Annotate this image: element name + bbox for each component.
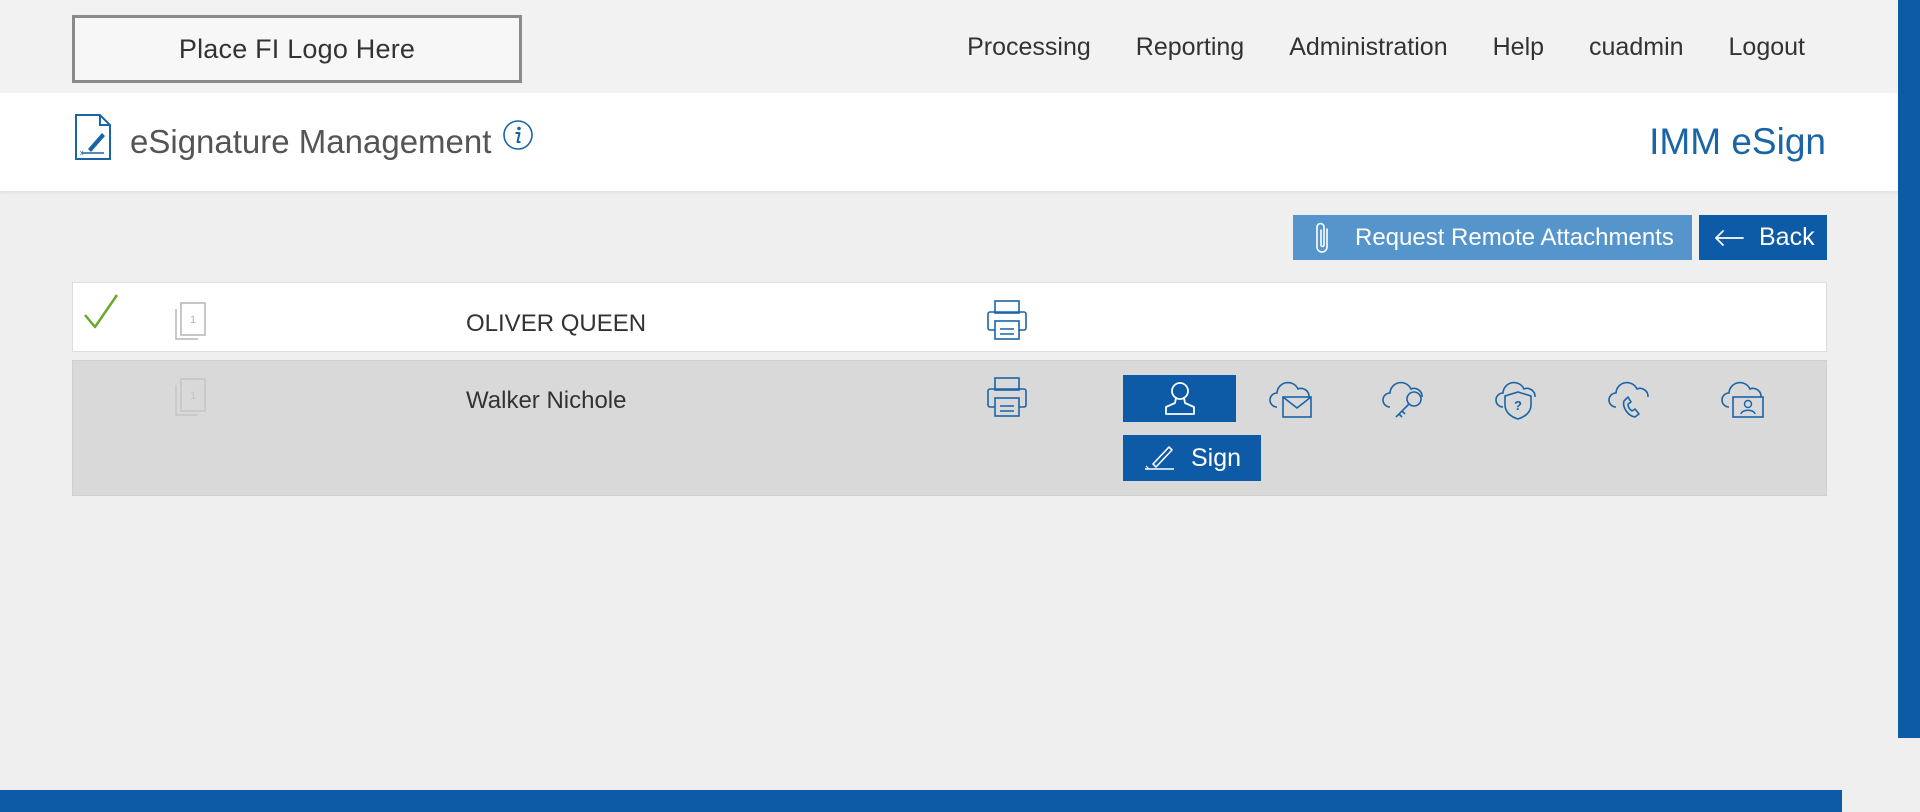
- print-icon[interactable]: [985, 376, 1029, 418]
- svg-text:x: x: [80, 150, 84, 157]
- nav-reporting[interactable]: Reporting: [1136, 33, 1244, 62]
- person-icon: [1164, 381, 1195, 415]
- signed-check-icon: [84, 294, 119, 329]
- nav-administration[interactable]: Administration: [1289, 33, 1447, 62]
- footer-bar: [0, 790, 1842, 812]
- fi-logo-placeholder: Place FI Logo Here: [72, 15, 522, 83]
- title-band: x eSignature Management IMM eSign: [0, 93, 1898, 191]
- nav-user-account[interactable]: cuadmin: [1589, 33, 1684, 62]
- request-remote-attachments-button[interactable]: Request Remote Attachments: [1293, 215, 1692, 260]
- nav-help[interactable]: Help: [1493, 33, 1544, 62]
- request-remote-attachments-label: Request Remote Attachments: [1355, 223, 1674, 251]
- back-button[interactable]: Back: [1699, 215, 1827, 260]
- info-icon[interactable]: [502, 119, 534, 151]
- svg-text:?: ?: [1514, 398, 1522, 413]
- cloud-phone-icon[interactable]: [1608, 377, 1654, 421]
- document-count: 1: [190, 390, 196, 402]
- nav-processing[interactable]: Processing: [967, 33, 1091, 62]
- signer-row: 1 Walker Nichole ? Sign: [72, 360, 1827, 496]
- in-person-auth-button[interactable]: [1123, 375, 1236, 422]
- esign-document-icon: x: [75, 114, 111, 160]
- main-nav: Processing Reporting Administration Help…: [967, 33, 1805, 62]
- app-name: IMM eSign: [1649, 121, 1826, 162]
- page-title: eSignature Management: [130, 123, 492, 160]
- nav-logout[interactable]: Logout: [1729, 33, 1805, 62]
- print-icon[interactable]: [985, 299, 1029, 341]
- signer-name: Walker Nichole: [466, 387, 627, 414]
- signature-pen-icon: [1145, 446, 1174, 470]
- back-label: Back: [1759, 223, 1815, 251]
- cloud-email-icon[interactable]: [1269, 377, 1315, 421]
- sign-button[interactable]: Sign: [1123, 435, 1261, 481]
- cloud-id-icon[interactable]: [1721, 377, 1767, 421]
- sign-label: Sign: [1191, 443, 1242, 472]
- document-count: 1: [190, 314, 196, 326]
- paperclip-icon: [1316, 222, 1328, 253]
- signer-name: OLIVER QUEEN: [466, 310, 647, 337]
- document-count-icon: 1: [175, 302, 206, 340]
- top-header: Place FI Logo Here Processing Reporting …: [0, 0, 1898, 93]
- document-count-icon: 1: [175, 378, 206, 416]
- signer-row: 1 OLIVER QUEEN: [72, 282, 1827, 352]
- cloud-key-icon[interactable]: [1382, 377, 1428, 421]
- vertical-scrollbar[interactable]: [1898, 0, 1920, 738]
- cloud-security-question-icon[interactable]: ?: [1495, 377, 1541, 421]
- arrow-left-icon: [1715, 229, 1744, 246]
